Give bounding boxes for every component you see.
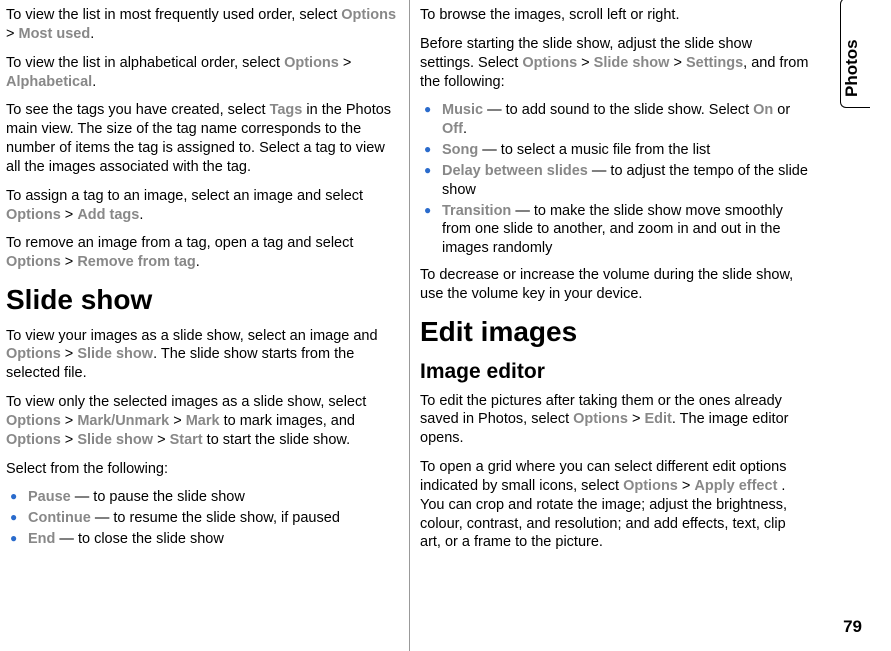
- page-number: 79: [843, 617, 862, 637]
- list-item: End — to close the slide show: [6, 530, 399, 549]
- side-tab-area: Photos 79: [820, 0, 870, 651]
- heading-image-editor: Image editor: [420, 358, 810, 385]
- paragraph: To view the list in alphabetical order, …: [6, 54, 399, 92]
- paragraph: To assign a tag to an image, select an i…: [6, 187, 399, 225]
- heading-slide-show: Slide show: [6, 282, 399, 318]
- paragraph: Select from the following:: [6, 460, 399, 479]
- list-item: Song — to select a music file from the l…: [420, 141, 810, 160]
- paragraph: To view your images as a slide show, sel…: [6, 327, 399, 384]
- side-tab: Photos: [840, 0, 870, 108]
- column-right: To browse the images, scroll left or rig…: [410, 0, 820, 651]
- paragraph: To view the list in most frequently used…: [6, 6, 399, 44]
- paragraph: To decrease or increase the volume durin…: [420, 266, 810, 304]
- paragraph: To open a grid where you can select diff…: [420, 458, 810, 552]
- paragraph: To view only the selected images as a sl…: [6, 393, 399, 450]
- list-item: Continue — to resume the slide show, if …: [6, 509, 399, 528]
- side-tab-label: Photos: [842, 39, 862, 97]
- list-item: Transition — to make the slide show move…: [420, 202, 810, 259]
- menu-option: Options: [341, 7, 396, 23]
- heading-edit-images: Edit images: [420, 314, 810, 350]
- page: To view the list in most frequently used…: [0, 0, 891, 651]
- menu-option: Most used: [19, 26, 91, 42]
- paragraph: To browse the images, scroll left or rig…: [420, 6, 810, 25]
- bullet-list: Music — to add sound to the slide show. …: [420, 101, 810, 258]
- list-item: Delay between slides — to adjust the tem…: [420, 162, 810, 200]
- paragraph: To remove an image from a tag, open a ta…: [6, 234, 399, 272]
- paragraph: To see the tags you have created, select…: [6, 101, 399, 176]
- paragraph: To edit the pictures after taking them o…: [420, 392, 810, 449]
- column-left: To view the list in most frequently used…: [0, 0, 410, 651]
- paragraph: Before starting the slide show, adjust t…: [420, 35, 810, 92]
- list-item: Music — to add sound to the slide show. …: [420, 101, 810, 139]
- bullet-list: Pause — to pause the slide show Continue…: [6, 488, 399, 549]
- list-item: Pause — to pause the slide show: [6, 488, 399, 507]
